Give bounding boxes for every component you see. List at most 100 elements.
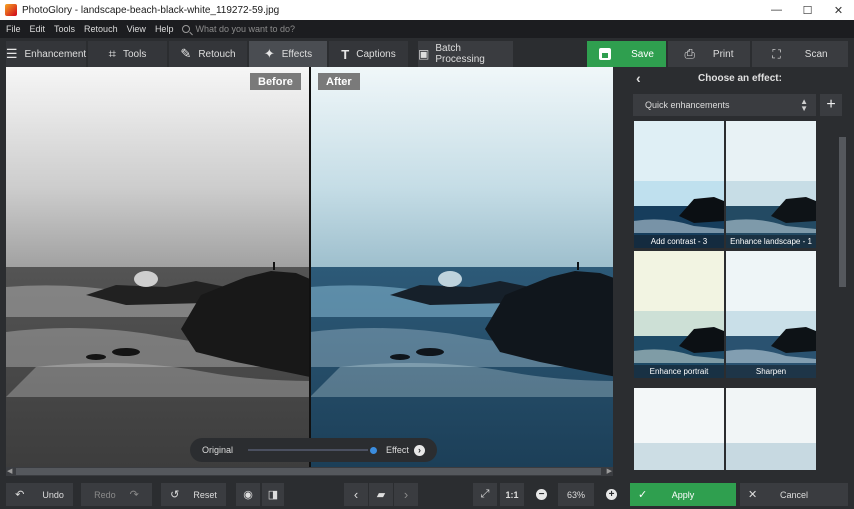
apply-label: Apply <box>671 489 695 500</box>
printer-icon: ⎙ <box>684 46 695 61</box>
menu-retouch[interactable]: Retouch <box>84 24 118 34</box>
tab-tools[interactable]: ⌗ Tools <box>88 41 167 67</box>
close-button[interactable]: ✕ <box>823 0 854 20</box>
panel-header: ‹ Choose an effect: <box>626 67 854 89</box>
reset-button[interactable]: ↺ Reset <box>161 483 226 506</box>
print-button[interactable]: ⎙ Print <box>668 41 750 67</box>
scroll-left-icon[interactable]: ◀ <box>7 467 12 475</box>
search-input[interactable]: What do you want to do? <box>195 24 295 34</box>
effects-panel: ‹ Choose an effect: Quick enhancements ▲… <box>626 67 854 480</box>
cancel-label: Cancel <box>779 489 808 500</box>
main-toolbar: ☰ Enhancement ⌗ Tools ✎ Retouch ✦ Effect… <box>0 38 854 67</box>
image-stack-icon: ▣ <box>418 47 430 61</box>
apply-button[interactable]: ✓ Apply <box>630 483 736 506</box>
batch-processing-button[interactable]: ▣ Batch Processing <box>418 41 513 67</box>
panel-scrollbar[interactable] <box>838 125 847 470</box>
split-divider[interactable] <box>309 67 311 467</box>
bottom-bar: ↶ Undo Redo ↷ ↺ Reset ◉ ◨ ‹ ▰ › ⤢ 1:1 − … <box>0 480 854 509</box>
preview-toggle-button[interactable]: ◉ <box>236 483 260 506</box>
undo-icon: ↶ <box>15 489 25 501</box>
tab-label: Captions <box>356 48 396 60</box>
previous-image-button[interactable]: ‹ <box>344 483 368 506</box>
undo-label: Undo <box>42 489 64 500</box>
menu-file[interactable]: File <box>6 24 21 34</box>
effect-label: Enhance landscape - 1 <box>726 235 816 248</box>
effect-thumbnail[interactable] <box>634 388 724 470</box>
split-view-icon: ◨ <box>267 489 279 501</box>
effect-thumbnail[interactable] <box>726 388 816 470</box>
plus-icon: + <box>606 489 617 500</box>
command-search[interactable]: What do you want to do? <box>182 24 295 34</box>
scrollbar-thumb[interactable] <box>16 468 601 475</box>
menu-tools[interactable]: Tools <box>54 24 75 34</box>
undo-button[interactable]: ↶ Undo <box>6 483 73 506</box>
add-effect-button[interactable]: + <box>820 94 842 116</box>
compare-button[interactable]: ◨ <box>262 483 284 506</box>
tab-label: Retouch <box>198 48 236 60</box>
after-image: After <box>310 67 613 467</box>
eye-icon: ◉ <box>243 489 253 501</box>
zoom-in-button[interactable]: + <box>600 483 623 506</box>
photo-canvas[interactable]: Before After <box>6 67 613 467</box>
maximize-button[interactable]: ☐ <box>792 0 823 20</box>
redo-button[interactable]: Redo ↷ <box>81 483 152 506</box>
effect-category-dropdown[interactable]: Quick enhancements ▲ ▼ <box>633 94 816 116</box>
search-icon <box>182 25 191 33</box>
text-icon: T <box>341 46 350 62</box>
dropdown-value: Quick enhancements <box>645 100 730 110</box>
effect-label: Sharpen <box>726 365 816 378</box>
cancel-button[interactable]: ✕ Cancel <box>740 483 848 506</box>
scan-button[interactable]: ⛶ Scan <box>752 41 848 67</box>
effect-thumbnail[interactable]: Enhance portrait <box>634 251 724 378</box>
fit-to-screen-button[interactable]: ⤢ <box>473 483 497 506</box>
chevron-right-icon[interactable]: › <box>414 444 425 456</box>
reset-icon: ↺ <box>170 489 180 501</box>
reset-label: Reset <box>193 489 217 500</box>
crop-icon: ⌗ <box>108 46 116 61</box>
tab-effects[interactable]: ✦ Effects <box>249 41 327 67</box>
next-image-button[interactable]: › <box>394 483 418 506</box>
save-label: Save <box>631 48 654 60</box>
before-label: Before <box>250 73 301 90</box>
brush-icon: ✎ <box>180 46 192 61</box>
effect-thumbnail[interactable]: Add contrast - 3 <box>634 121 724 248</box>
floppy-icon <box>599 48 612 60</box>
effect-label: Enhance portrait <box>634 365 724 378</box>
slider-handle[interactable] <box>368 444 379 456</box>
tab-label: Enhancement <box>24 48 87 60</box>
tab-enhancement[interactable]: ☰ Enhancement <box>6 41 86 67</box>
updown-chevron-icon: ▲ ▼ <box>800 97 808 113</box>
chevron-left-icon: ‹ <box>353 487 359 502</box>
redo-label: Redo <box>94 489 116 500</box>
checkmark-icon: ✓ <box>638 489 648 501</box>
effect-strength-slider[interactable]: Original Effect › <box>190 438 437 462</box>
menu-help[interactable]: Help <box>155 24 174 34</box>
save-button[interactable]: Save <box>587 41 666 67</box>
effect-thumbnail[interactable]: Sharpen <box>726 251 816 378</box>
vertical-scrollbar[interactable] <box>613 67 622 467</box>
redo-icon: ↷ <box>129 489 139 501</box>
scroll-right-icon[interactable]: ▶ <box>607 467 612 475</box>
back-arrow-icon[interactable]: ‹ <box>636 70 641 86</box>
tab-retouch[interactable]: ✎ Retouch <box>169 41 247 67</box>
print-label: Print <box>712 48 734 60</box>
menu-edit[interactable]: Edit <box>30 24 46 34</box>
zoom-out-button[interactable]: − <box>530 483 553 506</box>
batch-label: Batch Processing <box>435 43 485 65</box>
menu-view[interactable]: View <box>127 24 146 34</box>
open-folder-button[interactable]: ▰ <box>369 483 393 506</box>
effect-thumbnail[interactable]: Enhance landscape - 1 <box>726 121 816 248</box>
slider-track[interactable] <box>248 449 368 451</box>
slider-effect-label: Effect <box>386 445 409 455</box>
minimize-button[interactable]: — <box>761 0 792 20</box>
minus-icon: − <box>536 489 547 500</box>
panel-title: Choose an effect: <box>698 72 782 84</box>
menu-bar: File Edit Tools Retouch View Help What d… <box>0 20 854 38</box>
tab-captions[interactable]: T Captions <box>329 41 408 67</box>
scrollbar-thumb[interactable] <box>839 137 846 287</box>
horizontal-scrollbar[interactable]: ◀ ▶ <box>6 467 613 476</box>
actual-size-button[interactable]: 1:1 <box>500 483 524 506</box>
window-title: PhotoGlory - landscape-beach-black-white… <box>22 4 280 16</box>
scanner-icon: ⛶ <box>772 46 781 61</box>
zoom-level[interactable]: 63% <box>558 483 594 506</box>
